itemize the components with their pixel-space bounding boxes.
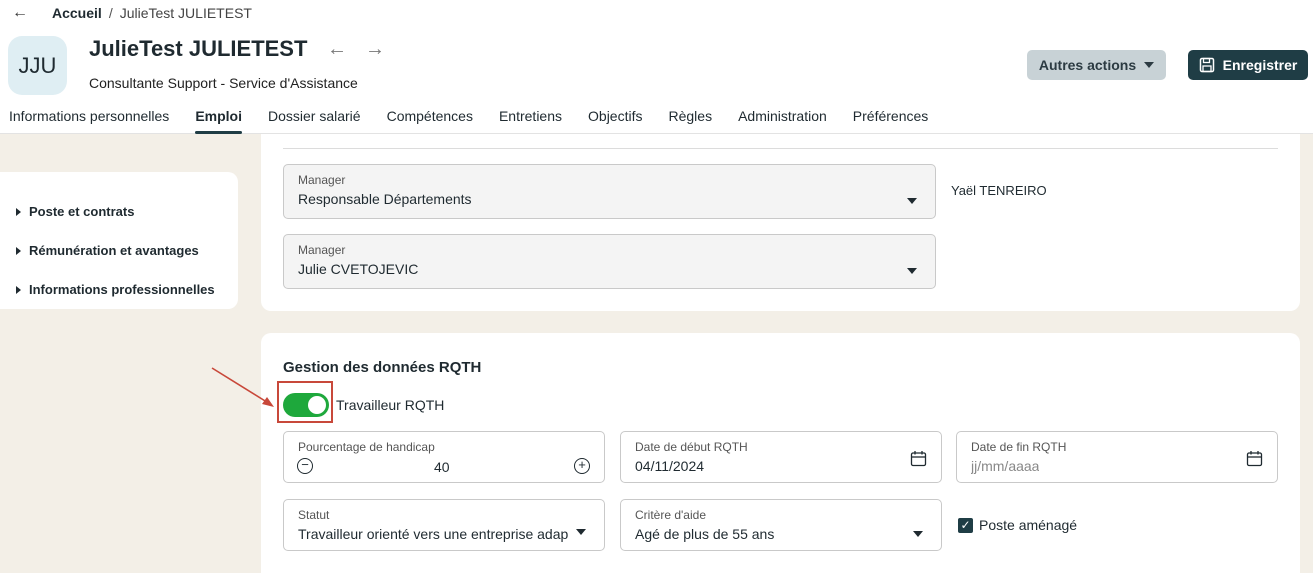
- avatar: JJU: [8, 36, 67, 95]
- field-placeholder: jj/mm/aaaa: [971, 458, 1040, 474]
- sidebar-item-remuneration[interactable]: Rémunération et avantages: [0, 231, 238, 270]
- section-title: Gestion des données RQTH: [283, 359, 482, 376]
- calendar-icon[interactable]: [910, 450, 927, 467]
- caret-down-icon: [907, 198, 917, 204]
- other-actions-button[interactable]: Autres actions: [1027, 50, 1166, 80]
- divider: [283, 148, 1278, 149]
- page-header: ← Accueil / JulieTest JULIETEST JJU Juli…: [0, 0, 1313, 134]
- tab-entretiens[interactable]: Entretiens: [486, 106, 575, 134]
- manager-name: Yaël TENREIRO: [951, 183, 1047, 198]
- caret-down-icon: [913, 531, 923, 537]
- sidebar-item-poste-contrats[interactable]: Poste et contrats: [0, 192, 238, 231]
- calendar-icon[interactable]: [1246, 450, 1263, 467]
- employee-job-title: Consultante Support - Service d'Assistan…: [89, 75, 358, 91]
- save-button[interactable]: Enregistrer: [1188, 50, 1308, 80]
- employee-navigation: ← →: [327, 38, 385, 61]
- rqth-card: Gestion des données RQTH Travailleur RQT…: [261, 333, 1300, 573]
- caret-right-icon: [16, 207, 21, 216]
- minus-circle-icon[interactable]: −: [297, 458, 313, 474]
- statut-select[interactable]: Statut Travailleur orienté vers une entr…: [283, 499, 605, 551]
- tab-competences[interactable]: Compétences: [374, 106, 486, 134]
- breadcrumb-separator: /: [108, 5, 113, 21]
- breadcrumb: ← Accueil / JulieTest JULIETEST: [12, 4, 252, 22]
- critere-aide-select[interactable]: Critère d'aide Agé de plus de 55 ans: [620, 499, 942, 551]
- previous-employee-icon[interactable]: ←: [327, 38, 347, 61]
- handicap-percentage-stepper[interactable]: Pourcentage de handicap − 40 +: [283, 431, 605, 483]
- breadcrumb-home-link[interactable]: Accueil: [52, 5, 102, 21]
- field-label: Manager: [298, 173, 346, 187]
- handicap-value: 40: [434, 459, 450, 475]
- next-employee-icon[interactable]: →: [365, 38, 385, 61]
- poste-amenage-checkbox[interactable]: ✓: [958, 518, 973, 533]
- tab-informations-personnelles[interactable]: Informations personnelles: [0, 106, 182, 134]
- field-value: Travailleur orienté vers une entreprise …: [298, 526, 568, 542]
- tab-objectifs[interactable]: Objectifs: [575, 106, 655, 134]
- caret-right-icon: [16, 246, 21, 255]
- field-label: Critère d'aide: [635, 508, 706, 522]
- caret-down-icon: [1144, 62, 1155, 68]
- tab-regles[interactable]: Règles: [655, 106, 725, 134]
- back-arrow-icon[interactable]: ←: [12, 4, 36, 22]
- field-value: Agé de plus de 55 ans: [635, 526, 775, 542]
- sidebar-item-label: Rémunération et avantages: [29, 243, 199, 258]
- employee-name: JulieTest JULIETEST: [89, 36, 308, 61]
- poste-amenage-label: Poste aménagé: [979, 517, 1078, 533]
- caret-down-icon: [576, 529, 586, 535]
- plus-circle-icon[interactable]: +: [574, 458, 590, 474]
- field-label: Date de fin RQTH: [971, 440, 1067, 454]
- tab-dossier-salarie[interactable]: Dossier salarié: [255, 106, 374, 134]
- rqth-toggle[interactable]: [283, 393, 329, 417]
- main-tabs: Informations personnelles Emploi Dossier…: [0, 106, 941, 134]
- field-value: Responsable Départements: [298, 191, 472, 207]
- sidebar-item-infos-pro[interactable]: Informations professionnelles: [0, 270, 238, 309]
- other-actions-label: Autres actions: [1038, 57, 1137, 73]
- field-label: Manager: [298, 243, 346, 257]
- tab-preferences[interactable]: Préférences: [840, 106, 941, 134]
- manager-select-2[interactable]: Manager Julie CVETOJEVIC: [283, 234, 936, 289]
- caret-down-icon: [907, 268, 917, 274]
- rqth-start-date-field[interactable]: Date de début RQTH 04/11/2024: [620, 431, 942, 483]
- rqth-toggle-label: Travailleur RQTH: [336, 397, 445, 413]
- field-value: Julie CVETOJEVIC: [298, 261, 419, 277]
- sidebar-item-label: Poste et contrats: [29, 204, 135, 219]
- avatar-initials: JJU: [18, 52, 57, 78]
- managers-card: Manager Responsable Départements Yaël TE…: [261, 134, 1300, 311]
- tab-administration[interactable]: Administration: [725, 106, 840, 134]
- field-label: Statut: [298, 508, 330, 522]
- save-icon: [1199, 57, 1214, 73]
- save-label: Enregistrer: [1222, 57, 1298, 73]
- breadcrumb-current: JulieTest JULIETEST: [119, 5, 252, 21]
- manager-select-1[interactable]: Manager Responsable Départements: [283, 164, 936, 219]
- rqth-end-date-field[interactable]: Date de fin RQTH jj/mm/aaaa: [956, 431, 1278, 483]
- field-label: Date de début RQTH: [635, 440, 748, 454]
- tab-emploi[interactable]: Emploi: [182, 106, 255, 134]
- field-label: Pourcentage de handicap: [298, 440, 435, 454]
- field-value: 04/11/2024: [635, 458, 705, 474]
- toggle-knob: [308, 396, 326, 414]
- annotation-arrow-icon: [211, 367, 274, 407]
- section-sidebar: Poste et contrats Rémunération et avanta…: [0, 172, 238, 309]
- caret-right-icon: [16, 285, 21, 294]
- sidebar-item-label: Informations professionnelles: [29, 282, 215, 297]
